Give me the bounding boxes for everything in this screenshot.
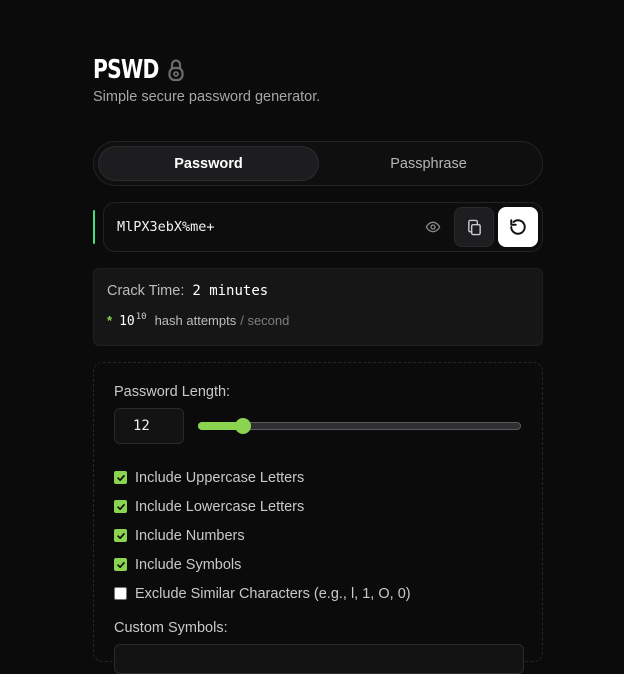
strength-indicator: [93, 210, 95, 244]
rate-exponent: 10: [135, 312, 147, 322]
regenerate-button[interactable]: [498, 207, 538, 247]
crack-time-panel: Crack Time: 2 minutes * 10 10 hash attem…: [93, 268, 543, 346]
options-panel: Password Length: 12 Include Uppercase Le…: [93, 362, 543, 674]
checkbox[interactable]: [114, 471, 127, 484]
option-label: Exclude Similar Characters (e.g., l, 1, …: [135, 585, 411, 602]
crack-time-label: Crack Time:: [107, 283, 185, 299]
option-label: Include Symbols: [135, 556, 242, 573]
lock-icon: [167, 58, 185, 82]
option-label: Include Numbers: [135, 527, 245, 544]
password-field: MlPX3ebX%me+: [103, 202, 543, 252]
rate-unit: / second: [240, 313, 290, 328]
refresh-icon: [510, 219, 526, 235]
tagline: Simple secure password generator.: [93, 89, 321, 105]
rate-bullet: *: [107, 313, 113, 328]
password-output[interactable]: MlPX3ebX%me+: [117, 219, 418, 235]
option-checklist: Include Uppercase Letters Include Lowerc…: [114, 463, 522, 608]
eye-icon[interactable]: [418, 212, 448, 242]
length-input[interactable]: 12: [114, 408, 184, 444]
password-row: MlPX3ebX%me+: [93, 202, 543, 252]
option-symbols[interactable]: Include Symbols: [114, 550, 522, 579]
tab-password[interactable]: Password: [98, 146, 319, 181]
length-slider[interactable]: [198, 418, 521, 434]
option-numbers[interactable]: Include Numbers: [114, 521, 522, 550]
option-uppercase[interactable]: Include Uppercase Letters: [114, 463, 522, 492]
option-lowercase[interactable]: Include Lowercase Letters: [114, 492, 522, 521]
hash-rate: * 10 10 hash attempts / second: [107, 312, 529, 329]
app-title: PSWD: [93, 55, 159, 85]
checkbox[interactable]: [114, 500, 127, 513]
rate-base: 10: [119, 314, 135, 329]
option-exclude-similar[interactable]: Exclude Similar Characters (e.g., l, 1, …: [114, 579, 522, 608]
length-label: Password Length:: [114, 384, 231, 400]
brand-header: PSWD: [93, 50, 543, 90]
rate-text: hash attempts: [154, 313, 237, 328]
custom-symbols-label: Custom Symbols:: [114, 620, 228, 636]
checkbox[interactable]: [114, 587, 127, 600]
checkbox[interactable]: [114, 558, 127, 571]
app-container: PSWD Simple secure password generator. P…: [93, 50, 543, 674]
option-label: Include Lowercase Letters: [135, 498, 305, 515]
checkbox[interactable]: [114, 529, 127, 542]
slider-thumb[interactable]: [234, 418, 251, 434]
tab-passphrase[interactable]: Passphrase: [319, 146, 538, 181]
mode-switcher: Password Passphrase: [93, 141, 543, 186]
crack-time-value: 2 minutes: [192, 283, 269, 299]
custom-symbols-input[interactable]: [114, 644, 524, 674]
copy-icon: [467, 219, 481, 235]
copy-button[interactable]: [454, 207, 494, 247]
option-label: Include Uppercase Letters: [135, 469, 305, 486]
